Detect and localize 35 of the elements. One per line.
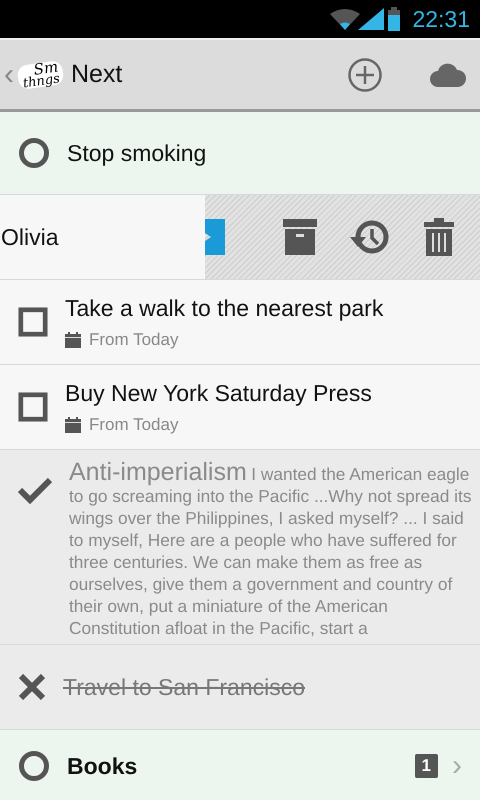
cloud-icon[interactable] bbox=[430, 62, 466, 86]
calendar-icon bbox=[65, 416, 81, 432]
battery-icon bbox=[388, 7, 400, 31]
calendar-icon bbox=[65, 332, 81, 348]
checkmark-icon[interactable] bbox=[18, 476, 52, 504]
logo-text: Sm bbox=[32, 60, 59, 76]
circle-icon bbox=[18, 750, 50, 782]
checkbox-icon[interactable] bbox=[18, 392, 48, 422]
screen-title: Next bbox=[70, 60, 122, 89]
date-label: From Today bbox=[89, 414, 178, 434]
cross-icon[interactable] bbox=[18, 673, 46, 701]
archive-icon[interactable] bbox=[282, 219, 317, 255]
clock-time: 22:31 bbox=[412, 6, 470, 32]
project-title: Books bbox=[67, 752, 138, 780]
project-row[interactable]: Books 1 › bbox=[0, 730, 480, 800]
history-icon[interactable] bbox=[350, 219, 390, 255]
checkbox-icon[interactable] bbox=[18, 307, 48, 337]
chevron: › bbox=[452, 749, 462, 783]
swiped-row[interactable]: Olivia bbox=[0, 195, 205, 279]
date-label: From Today bbox=[89, 330, 178, 350]
wifi-icon bbox=[330, 8, 360, 30]
signal-icon bbox=[358, 8, 384, 30]
task-title: Olivia bbox=[1, 224, 59, 250]
project-title: Stop smoking bbox=[67, 140, 206, 166]
task-title: Travel to San Francisco bbox=[63, 674, 306, 700]
task-title: Take a walk to the nearest park bbox=[65, 294, 384, 322]
task-text: Anti-imperialism I wanted the American eagle to go screaming into the Pacific ...Why not spread its wings over the Philippines, I asked myself? ... I said to myself, Here are a people who have suffered for three centuries. We can make them as free as ourselves, give them a government and country of their own, put a miniature of the American Constitution afloat in the Pacific, start a bbox=[69, 462, 472, 640]
trash-icon[interactable] bbox=[424, 218, 454, 256]
task-row[interactable] bbox=[0, 450, 480, 645]
task-title: Buy New York Saturday Press bbox=[65, 380, 372, 406]
add-icon[interactable] bbox=[348, 58, 382, 92]
circle-icon bbox=[18, 137, 50, 169]
count-badge: 1 bbox=[414, 754, 438, 778]
task-row[interactable]: Travel to San Francisco bbox=[0, 645, 480, 730]
project-row[interactable]: Stop smoking bbox=[0, 112, 480, 195]
